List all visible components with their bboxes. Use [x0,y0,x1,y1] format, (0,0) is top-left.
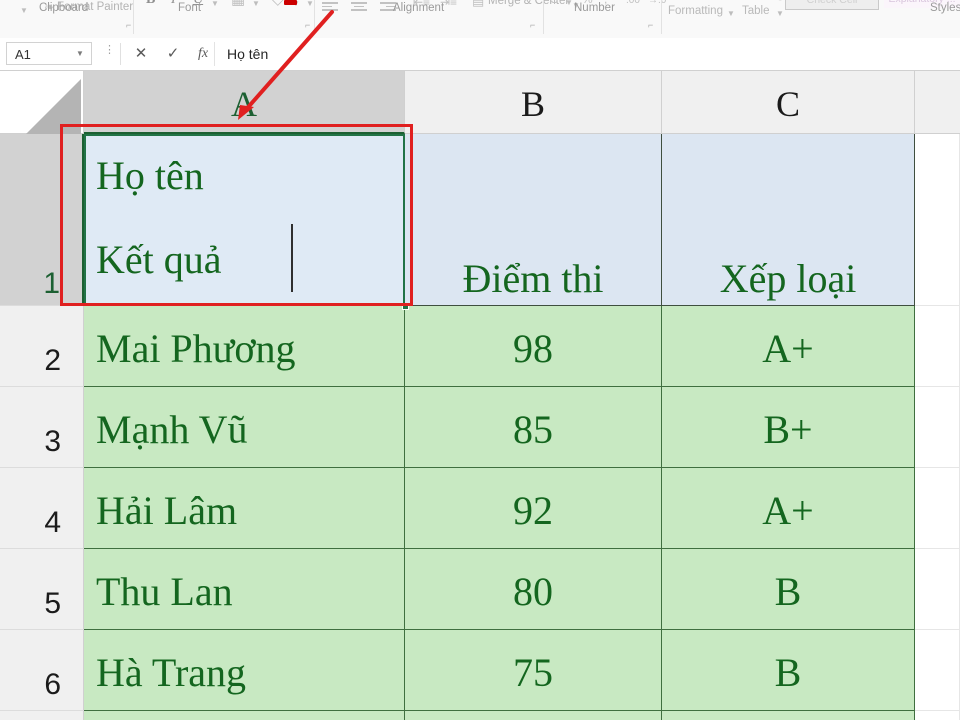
align-left-icon[interactable] [322,2,338,14]
row-header-4[interactable]: 4 [0,468,84,549]
cell-a3[interactable]: Mạnh Vũ [84,387,405,468]
group-divider-3 [543,0,544,34]
cell-d4[interactable] [915,468,960,549]
select-all-triangle-icon [26,79,81,134]
paste-dropdown-caret-icon[interactable]: ▼ [20,7,28,15]
currency-format-button[interactable]: $ [551,0,558,7]
format-as-table-caption: Table [742,5,770,17]
cell-c7[interactable] [662,711,915,720]
cell-c2[interactable]: A+ [662,306,915,387]
insert-function-icon[interactable]: fx [190,43,216,65]
row-header-5[interactable]: 5 [0,549,84,630]
cell-a7[interactable] [84,711,405,720]
formula-bar-overflow-icon[interactable]: ⋮ [104,45,115,56]
cell-b3[interactable]: 85 [405,387,662,468]
cell-d6[interactable] [915,630,960,711]
row-header-6[interactable]: 6 [0,630,84,711]
cell-b4[interactable]: 92 [405,468,662,549]
styles-group-label: Styles [930,2,960,14]
alignment-dialog-launcher[interactable]: ⌐ [530,21,539,30]
cell-c1[interactable]: Xếp loại [662,134,915,306]
font-color-dropdown-caret-icon[interactable]: ▼ [306,0,314,8]
confirm-edit-icon[interactable]: ✓ [160,43,186,65]
borders-icon[interactable]: ▦ [231,0,245,8]
bold-button[interactable]: B [146,0,155,8]
align-center-icon[interactable] [351,2,367,14]
decrease-decimal-icon[interactable]: .00 [626,0,640,9]
alignment-group-label: Alignment [393,2,445,14]
number-group-label: Number [574,2,615,14]
cell-b7[interactable] [405,711,662,720]
formula-input[interactable]: Họ tên [214,42,954,66]
merge-cells-icon[interactable]: ▤ [472,0,484,9]
cell-a1-editing[interactable]: Họ tên Kết quả [84,134,405,306]
column-header-b[interactable]: B [405,71,662,134]
cancel-edit-icon[interactable]: ✕ [128,43,154,65]
font-group-label: Font [178,2,202,14]
row-header-6-label: 6 [44,668,61,701]
cell-a5[interactable]: Thu Lan [84,549,405,630]
formula-divider-1 [120,43,121,65]
cell-d1[interactable] [915,134,960,306]
ribbon: Paste ▼ ❧ Format Painter Clipboard ⌐ B I… [0,0,960,39]
cell-d5[interactable] [915,549,960,630]
font-color-icon[interactable] [284,0,297,5]
column-header-a[interactable]: A [84,71,405,134]
cell-c4[interactable]: A+ [662,468,915,549]
row-header-3[interactable]: 3 [0,387,84,468]
cell-d7[interactable] [915,711,960,720]
cell-b5[interactable]: 80 [405,549,662,630]
conditional-formatting-caption: Formatting [668,5,723,17]
borders-dropdown-caret-icon[interactable]: ▼ [252,0,260,8]
cell-b2[interactable]: 98 [405,306,662,387]
cell-a1-line-2: Kết quả [96,237,222,282]
increase-decimal-icon[interactable]: →.0 [648,0,666,9]
cell-c6[interactable]: B [662,630,915,711]
fill-handle[interactable] [402,303,409,310]
underline-dropdown-caret-icon[interactable]: ▼ [211,0,219,8]
select-all-corner[interactable] [0,71,84,134]
format-as-table-caret-icon[interactable]: ▼ [776,10,784,18]
column-header-c[interactable]: C [662,71,915,134]
row-header-2[interactable]: 2 [0,306,84,387]
name-box-dropdown-caret-icon[interactable]: ▼ [76,49,84,58]
cell-a2[interactable]: Mai Phương [84,306,405,387]
number-dialog-launcher[interactable]: ⌐ [648,21,657,30]
column-header-d[interactable] [915,71,960,134]
group-divider-2 [314,0,315,34]
excel-window: Paste ▼ ❧ Format Painter Clipboard ⌐ B I… [0,0,960,720]
spreadsheet-grid: A B C 1 2 3 4 5 6 Điểm thi Xếp loại Mai … [0,71,960,720]
cell-b6[interactable]: 75 [405,630,662,711]
cell-a1-line-1: Họ tên [96,153,204,198]
text-cursor [291,224,293,292]
row-header-7[interactable] [0,711,84,720]
cell-b1[interactable]: Điểm thi [405,134,662,306]
formula-bar: A1 ▼ ⋮ ✕ ✓ fx Họ tên [0,38,960,71]
cell-d3[interactable] [915,387,960,468]
row-header-1[interactable]: 1 [0,134,84,306]
clipboard-group-label: Clipboard [39,2,89,14]
cell-a6[interactable]: Hà Trang [84,630,405,711]
group-divider-4 [661,0,662,34]
cell-d2[interactable] [915,306,960,387]
conditional-formatting-caret-icon[interactable]: ▼ [727,10,735,18]
group-divider-1 [133,0,134,34]
cell-c3[interactable]: B+ [662,387,915,468]
cell-c5[interactable]: B [662,549,915,630]
cell-a4[interactable]: Hải Lâm [84,468,405,549]
check-cell-style-button[interactable]: Check Cell [785,0,879,10]
font-dialog-launcher[interactable]: ⌐ [305,21,314,30]
currency-dropdown-caret-icon[interactable]: ▼ [565,0,573,7]
italic-button[interactable]: I [171,0,176,8]
fill-color-icon[interactable]: ◇ [272,0,284,8]
